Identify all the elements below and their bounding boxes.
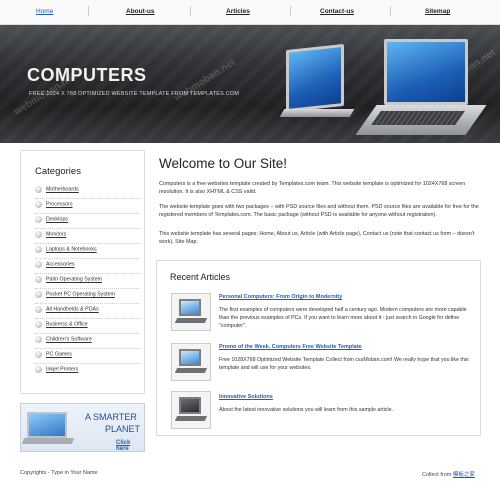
laptop-screen-icon <box>179 397 201 414</box>
category-divider <box>35 348 139 349</box>
laptop-base-icon <box>174 368 208 373</box>
laptop-screen-right <box>384 39 468 105</box>
article-thumbnail[interactable] <box>171 343 211 381</box>
page-title: Welcome to Our Site! <box>159 156 288 171</box>
bullet-icon <box>35 366 42 373</box>
bullet-icon <box>35 321 42 328</box>
top-navigation: Home About-us Articles Contact-us Sitema… <box>0 0 500 25</box>
smarter-planet-ad[interactable]: A SMARTER PLANET Click here <box>20 403 145 452</box>
nav-home[interactable]: Home <box>36 8 53 15</box>
category-divider <box>35 228 139 229</box>
laptop-icon <box>27 412 67 438</box>
ad-click-here-link[interactable]: Click here <box>116 440 144 451</box>
footer-collect-prefix: Collect from <box>422 472 452 478</box>
bullet-icon <box>35 336 42 343</box>
category-label: Laptops & Notebooks <box>46 246 97 253</box>
bullet-icon <box>35 261 42 268</box>
categories-sidebar: Categories Motherboards Processors Desktop… <box>20 150 145 394</box>
category-label: Desktops <box>46 216 69 223</box>
nav-articles[interactable]: Articles <box>226 8 250 15</box>
article-thumbnail[interactable] <box>171 391 211 429</box>
nav-separator <box>190 6 191 16</box>
category-divider <box>35 258 139 259</box>
category-divider <box>35 363 139 364</box>
laptop-keyboard <box>371 111 465 125</box>
bullet-icon <box>35 186 42 193</box>
nav-separator <box>390 6 391 16</box>
laptop-base-icon <box>174 318 208 323</box>
category-label: Monitors <box>46 231 67 238</box>
category-label: All Handhelds & PDAs <box>46 306 99 313</box>
bullet-icon <box>35 351 42 358</box>
nav-sitemap[interactable]: Sitemap <box>425 8 450 15</box>
bullet-icon <box>35 246 42 253</box>
article-excerpt: The first examples of computers were dev… <box>219 307 467 329</box>
ad-line-1: A SMARTER <box>85 412 137 422</box>
bullet-icon <box>35 276 42 283</box>
bullet-icon <box>35 216 42 223</box>
laptop-screen-icon <box>179 349 201 366</box>
laptop-base-icon <box>174 416 208 421</box>
bullet-icon <box>35 201 42 208</box>
category-label: PC Games <box>46 351 72 358</box>
category-label: Pocket PC Operating System <box>46 291 115 298</box>
nav-separator <box>290 6 291 16</box>
category-divider <box>35 318 139 319</box>
article-thumbnail[interactable] <box>171 293 211 331</box>
category-divider <box>35 198 139 199</box>
footer-collect-link[interactable]: 模板之家 <box>453 472 475 478</box>
footer-collect: Collect from 模板之家 <box>422 470 475 478</box>
footer-copyright: Copyrights - Type in Your Name <box>20 470 98 476</box>
article-title-link[interactable]: Promo of the Week. Computers Free Websit… <box>219 344 362 350</box>
intro-paragraph: Computers is a free websites template cr… <box>159 181 466 195</box>
laptop-screen-left <box>286 43 344 113</box>
banner-tagline: FREE 1024 X 768 OPTIMIZED WEBSITE TEMPLA… <box>29 91 240 97</box>
article-excerpt: About the latest innovative solutions yo… <box>219 407 393 413</box>
bullet-icon <box>35 231 42 238</box>
nav-about-us[interactable]: About-us <box>126 8 155 15</box>
laptop-screen-icon <box>179 299 201 316</box>
article-title-link[interactable]: Innovative Solutions <box>219 394 273 400</box>
category-divider <box>35 303 139 304</box>
banner-title: COMPUTERS <box>27 65 147 85</box>
category-label: Accessories <box>46 261 75 268</box>
categories-heading: Categories <box>35 166 81 177</box>
article-excerpt: Free 1028X768 Optimized Website Template… <box>219 357 469 371</box>
category-label: Motherboards <box>46 186 79 193</box>
laptop-base-icon <box>21 438 75 444</box>
recent-articles-heading: Recent Articles <box>170 272 231 282</box>
bullet-icon <box>35 306 42 313</box>
recent-articles: Recent Articles Personal Computers: From… <box>156 260 481 436</box>
article-title-link[interactable]: Personal Computers: From Origin to Moder… <box>219 294 342 300</box>
header-banner: webmoban.net webmoban.net webmoban.net C… <box>0 25 500 143</box>
category-label: Processors <box>46 201 73 208</box>
nav-separator <box>88 6 89 16</box>
category-divider <box>35 273 139 274</box>
category-divider <box>35 243 139 244</box>
ad-line-2: PLANET <box>105 424 141 434</box>
category-divider <box>35 333 139 334</box>
category-divider <box>35 288 139 289</box>
category-label: Palm Operating System <box>46 276 102 283</box>
category-label: Business & Office <box>46 321 88 328</box>
laptop-base-left <box>279 109 355 117</box>
category-label: Inkjet Printers <box>46 366 79 373</box>
nav-contact-us[interactable]: Contact-us <box>320 8 354 15</box>
category-link[interactable]: Inkjet Printers <box>35 366 135 381</box>
category-divider <box>35 213 139 214</box>
pages-paragraph: This website template has several pages:… <box>159 231 475 245</box>
category-label: Children's Software <box>46 336 92 343</box>
packages-paragraph: The website template goes with two packa… <box>159 204 479 218</box>
bullet-icon <box>35 291 42 298</box>
